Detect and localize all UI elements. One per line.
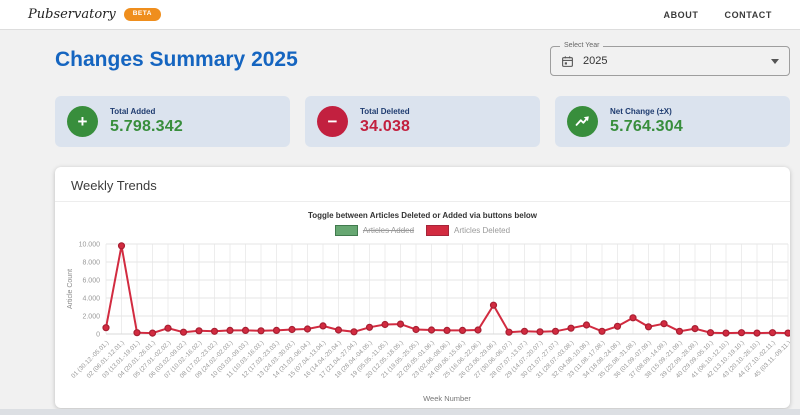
year-select-label: Select Year xyxy=(560,42,603,49)
weekly-trends-card: Weekly Trends Toggle between Articles De… xyxy=(55,167,790,408)
weekly-trends-chart[interactable]: 01 (30.12.-05.01.)02 (06.01.-12.01.)03 (… xyxy=(63,238,790,406)
legend-swatch-added xyxy=(335,225,358,236)
chart-card-title: Weekly Trends xyxy=(55,167,790,202)
stat-card-total-deleted: − Total Deleted 34.038 xyxy=(305,96,540,147)
stat-value: 5.798.342 xyxy=(110,118,183,136)
stat-value: 5.764.304 xyxy=(610,118,683,136)
page-title: Changes Summary 2025 xyxy=(55,48,298,72)
legend-label: Articles Deleted xyxy=(454,226,510,235)
svg-text:4.000: 4.000 xyxy=(82,296,100,303)
top-bar: Pubservatory BETA ABOUT CONTACT xyxy=(0,0,800,30)
stat-value: 34.038 xyxy=(360,118,410,136)
legend-item-articles-deleted[interactable]: Articles Deleted xyxy=(426,225,510,236)
chart-area: 01 (30.12.-05.01.)02 (06.01.-12.01.)03 (… xyxy=(63,238,790,408)
legend-label: Articles Added xyxy=(363,226,414,235)
beta-badge: BETA xyxy=(124,8,161,21)
trend-up-icon xyxy=(567,106,598,137)
minus-icon: − xyxy=(317,106,348,137)
stat-label: Net Change (±X) xyxy=(610,107,683,116)
plus-icon: + xyxy=(67,106,98,137)
svg-text:0: 0 xyxy=(96,332,100,339)
legend-item-articles-added[interactable]: Articles Added xyxy=(335,225,414,236)
top-nav: ABOUT CONTACT xyxy=(663,10,772,20)
nav-link-about[interactable]: ABOUT xyxy=(663,10,698,20)
footer-strip xyxy=(0,409,800,415)
legend-swatch-deleted xyxy=(426,225,449,236)
stat-label: Total Deleted xyxy=(360,107,410,116)
stat-label: Total Added xyxy=(110,107,183,116)
svg-text:2.000: 2.000 xyxy=(82,314,100,321)
year-select[interactable]: Select Year 2025 xyxy=(550,46,790,76)
svg-text:Week Number: Week Number xyxy=(423,394,471,403)
stats-row: + Total Added 5.798.342 − Total Deleted … xyxy=(55,96,790,147)
main-content: Changes Summary 2025 Select Year 2025 + … xyxy=(55,42,790,408)
svg-text:6.000: 6.000 xyxy=(82,278,100,285)
title-row: Changes Summary 2025 Select Year 2025 xyxy=(55,42,790,76)
year-select-value: 2025 xyxy=(583,55,607,67)
calendar-icon xyxy=(561,55,574,68)
svg-text:Article Count: Article Count xyxy=(67,269,74,309)
chart-legend: Articles Added Articles Deleted xyxy=(55,225,790,236)
chevron-down-icon xyxy=(771,59,779,64)
svg-text:10.000: 10.000 xyxy=(79,242,101,249)
brand-logo[interactable]: Pubservatory xyxy=(28,7,116,22)
stat-card-total-added: + Total Added 5.798.342 xyxy=(55,96,290,147)
nav-link-contact[interactable]: CONTACT xyxy=(724,10,772,20)
chart-subtitle: Toggle between Articles Deleted or Added… xyxy=(55,211,790,220)
stat-card-net-change: Net Change (±X) 5.764.304 xyxy=(555,96,790,147)
svg-text:8.000: 8.000 xyxy=(82,260,100,267)
